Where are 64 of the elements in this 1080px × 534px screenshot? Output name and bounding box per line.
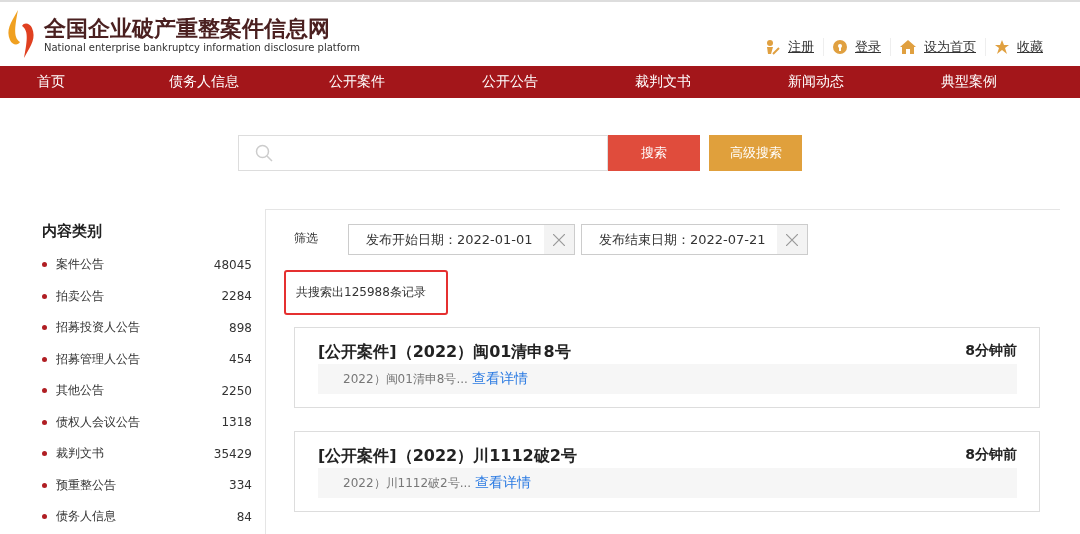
nav-item[interactable]: 公开案件	[306, 73, 408, 91]
category-link[interactable]: 招募管理人公告	[56, 350, 230, 368]
header-link[interactable]: 收藏	[1017, 38, 1043, 56]
site-subtitle: National enterprise bankruptcy information disclosure platform	[44, 41, 361, 53]
details-link[interactable]: 查看详情	[471, 370, 528, 386]
bullet-icon	[42, 514, 47, 520]
result-count: 共搜索出125988条记录	[284, 270, 448, 315]
category-link[interactable]: 拍卖公告	[56, 287, 222, 305]
star-icon	[995, 40, 1009, 54]
search-field[interactable]	[238, 135, 608, 171]
sidebar-title: 内容类别	[42, 222, 103, 241]
header-link[interactable]: 设为首页	[924, 38, 976, 56]
category-count: 1318	[221, 415, 252, 430]
category-count: 2250	[221, 383, 252, 398]
category-link[interactable]: 债权人会议公告	[56, 413, 222, 431]
filter-label: 筛选	[294, 230, 319, 247]
result-title[interactable]: [公开案件]（2022）川1112破2号	[318, 446, 577, 467]
details-link[interactable]: 查看详情	[475, 474, 531, 490]
category-count: 454	[229, 352, 252, 367]
close-button[interactable]	[777, 225, 807, 254]
category-count: 84	[236, 509, 252, 524]
category-link[interactable]: 案件公告	[56, 256, 214, 274]
category-count: 334	[229, 478, 252, 493]
result-snippet: 2022）闽01清申8号... 查看详情	[318, 364, 1017, 394]
search-button[interactable]: 搜索	[608, 135, 700, 171]
category-link[interactable]: 裁判文书	[56, 445, 214, 463]
nav-item[interactable]: 首页	[0, 73, 102, 91]
header-link[interactable]: 注册	[788, 38, 814, 56]
home-icon	[900, 40, 916, 54]
bullet-icon	[42, 419, 47, 425]
search-icon	[255, 144, 273, 162]
bullet-icon	[42, 293, 47, 299]
category-link[interactable]: 其他公告	[56, 382, 222, 400]
result-snippet: 2022）川1112破2号... 查看详情	[318, 468, 1017, 498]
nav-item[interactable]: 公开公告	[459, 73, 561, 91]
category-count: 898	[229, 320, 252, 335]
bullet-icon	[42, 356, 47, 362]
result-time: 8分钟前	[965, 446, 1017, 464]
nav-item[interactable]: 新闻动态	[765, 73, 867, 91]
close-icon	[786, 233, 798, 246]
bullet-icon	[42, 482, 47, 488]
category-link[interactable]: 预重整公告	[56, 476, 230, 494]
filter-chip: 发布开始日期：2022-01-01	[348, 224, 575, 255]
site-title: 全国企业破产重整案件信息网	[44, 15, 331, 42]
header-link[interactable]: 登录	[855, 38, 881, 56]
user-icon	[764, 39, 780, 55]
category-count: 48045	[213, 257, 252, 272]
nav-item[interactable]: 典型案例	[918, 73, 1020, 91]
category-link[interactable]: 招募投资人公告	[56, 319, 230, 337]
bullet-icon	[42, 451, 47, 457]
nav-item[interactable]: 裁判文书	[612, 73, 714, 91]
nav-item[interactable]: 债务人信息	[153, 73, 255, 91]
close-button[interactable]	[544, 225, 574, 254]
category-count: 2284	[221, 289, 252, 304]
bullet-icon	[42, 325, 47, 331]
bullet-icon	[42, 262, 47, 268]
filter-chip: 发布结束日期：2022-07-21	[581, 224, 808, 255]
close-icon	[553, 233, 565, 246]
lock-icon	[833, 40, 847, 54]
category-count: 35429	[213, 446, 252, 461]
category-link[interactable]: 债务人信息	[56, 508, 237, 526]
result-title[interactable]: [公开案件]（2022）闽01清申8号	[318, 342, 571, 363]
bullet-icon	[42, 388, 47, 394]
result-time: 8分钟前	[965, 342, 1017, 360]
